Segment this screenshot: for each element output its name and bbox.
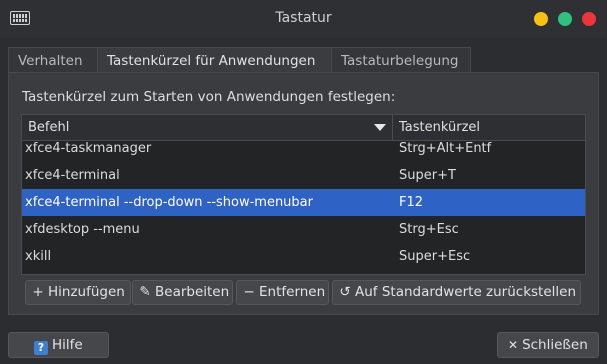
shortcut-cell: Super+T [399,168,456,183]
command-cell: xfce4-terminal --drop-down --show-menuba… [25,195,313,210]
shortcut-cell: Super+Esc [399,249,471,264]
table-row[interactable]: xfce4-terminal Super+T [22,162,585,189]
help-button[interactable]: ? Hilfe [8,332,109,358]
minimize-button[interactable] [534,12,548,26]
sort-descending-icon [374,124,386,131]
plus-icon: + [32,284,44,300]
shortcut-cell: F12 [399,195,424,210]
minus-icon: − [243,284,255,300]
tab-tastaturbelegung[interactable]: Tastaturbelegung [331,47,471,73]
list-header: Befehl Tastenkürzel [22,115,585,141]
tab-panel: Tastenkürzel zum Starten von Anwendungen… [8,72,599,315]
command-cell: xfce4-terminal [25,168,120,183]
shortcut-cell: Strg+Esc [399,222,459,237]
close-button-label: Schließen [522,337,588,353]
pencil-icon: ✎ [139,284,151,300]
maximize-button[interactable] [558,12,572,26]
edit-button[interactable]: ✎ Bearbeiten [132,280,233,305]
title-bar: Tastatur [0,0,607,38]
table-row[interactable]: xfdesktop --menu Strg+Esc [22,216,585,243]
command-cell: xfdesktop --menu [25,222,140,237]
add-button-label: Hinzufügen [48,284,125,300]
tab-verhalten[interactable]: Verhalten [8,47,98,73]
remove-button[interactable]: − Entfernen [236,280,329,305]
help-icon: ? [34,341,48,355]
table-row-selected[interactable]: xfce4-terminal --drop-down --show-menuba… [22,189,585,216]
edit-button-label: Bearbeiten [155,284,230,300]
window-title: Tastatur [275,10,332,26]
shortcut-list[interactable]: xfce4-taskmanager Strg+Alt+Entf xfce4-te… [21,114,586,275]
tab-tastenkuerzel-anwendungen[interactable]: Tastenkürzel für Anwendungen [97,47,338,74]
table-row[interactable]: xkill Super+Esc [22,243,585,270]
close-button[interactable]: ✕ Schließen [497,332,599,358]
close-window-button[interactable] [582,12,596,26]
column-header-tastenkuerzel[interactable]: Tastenkürzel [399,115,480,140]
intro-label: Tastenkürzel zum Starten von Anwendungen… [22,89,396,105]
reset-defaults-button[interactable]: ↺ Auf Standardwerte zurückstellen [332,280,581,305]
remove-button-label: Entfernen [259,284,326,300]
help-button-label: Hilfe [52,337,83,353]
column-header-befehl[interactable]: Befehl [22,115,393,140]
reset-button-label: Auf Standardwerte zurückstellen [355,284,577,300]
shortcut-rows: xfce4-taskmanager Strg+Alt+Entf xfce4-te… [22,135,585,270]
command-cell: xkill [25,249,52,264]
column-header-befehl-label: Befehl [28,120,70,135]
reset-document-icon: ↺ [339,284,351,300]
close-icon: ✕ [508,338,519,352]
add-button[interactable]: + Hinzufügen [25,280,131,305]
